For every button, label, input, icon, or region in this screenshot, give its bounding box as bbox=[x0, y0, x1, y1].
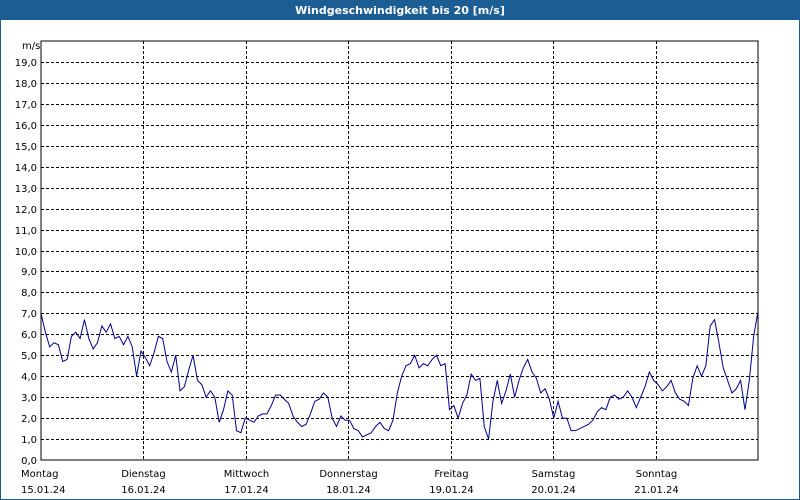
y-tick-label: 5,0 bbox=[21, 351, 37, 362]
chart-svg: 0,0 1,0 2,0 3,0 4,0 5,0 6,0 7,0 8,0 9,0 10,0 11,0 12… bbox=[15, 40, 759, 496]
x-tick-date-label: 21.01.24 bbox=[634, 485, 679, 496]
y-tick-label: 11,0 bbox=[15, 226, 37, 237]
y-tick-label: 6,0 bbox=[21, 330, 37, 341]
y-tick-label: 17,0 bbox=[15, 100, 37, 111]
x-tick-date-label: 19.01.24 bbox=[429, 485, 474, 496]
x-tick-day-label: Dienstag bbox=[121, 469, 166, 480]
y-tick-label: 7,0 bbox=[21, 309, 37, 320]
y-axis-unit-label: m/s bbox=[22, 41, 40, 52]
x-tick-date-label: 18.01.24 bbox=[326, 485, 371, 496]
x-tick-day-label: Samstag bbox=[532, 469, 576, 480]
line-layer bbox=[40, 311, 759, 440]
y-tick-label: 14,0 bbox=[15, 163, 37, 174]
axis-layer: 0,0 1,0 2,0 3,0 4,0 5,0 6,0 7,0 8,0 9,0 10,0 11,0 12… bbox=[15, 40, 759, 496]
x-tick-day-label: Mittwoch bbox=[224, 469, 269, 480]
x-tick-day-label: Freitag bbox=[434, 469, 468, 480]
y-tick-label: 13,0 bbox=[15, 184, 37, 195]
y-tick-label: 8,0 bbox=[21, 288, 37, 299]
x-tick-date-label: 20.01.24 bbox=[531, 485, 576, 496]
wind-speed-series-line bbox=[40, 311, 759, 440]
y-tick-label: 15,0 bbox=[15, 142, 37, 153]
y-tick-label: 19,0 bbox=[15, 58, 37, 69]
y-tick-label: 18,0 bbox=[15, 79, 37, 90]
grid-layer bbox=[41, 41, 758, 460]
x-tick-date-label: 17.01.24 bbox=[224, 485, 269, 496]
y-tick-label: 1,0 bbox=[21, 435, 37, 446]
y-tick-label: 16,0 bbox=[15, 121, 37, 132]
y-tick-label: 12,0 bbox=[15, 205, 37, 216]
y-tick-label: 2,0 bbox=[21, 414, 37, 425]
y-tick-label: 9,0 bbox=[21, 267, 37, 278]
y-tick-label: 10,0 bbox=[15, 247, 37, 258]
x-tick-date-label: 15.01.24 bbox=[21, 485, 66, 496]
x-tick-day-label: Sonntag bbox=[636, 469, 678, 480]
y-tick-label: 4,0 bbox=[21, 372, 37, 383]
y-tick-label: 0,0 bbox=[21, 456, 37, 467]
x-tick-day-label: Montag bbox=[21, 469, 58, 480]
x-tick-day-label: Donnerstag bbox=[319, 469, 377, 480]
y-tick-label: 3,0 bbox=[21, 393, 37, 404]
x-tick-date-label: 16.01.24 bbox=[121, 485, 166, 496]
chart-window: Windgeschwindigkeit bis 20 [m/s] 0,0 1,0 2… bbox=[0, 0, 800, 500]
